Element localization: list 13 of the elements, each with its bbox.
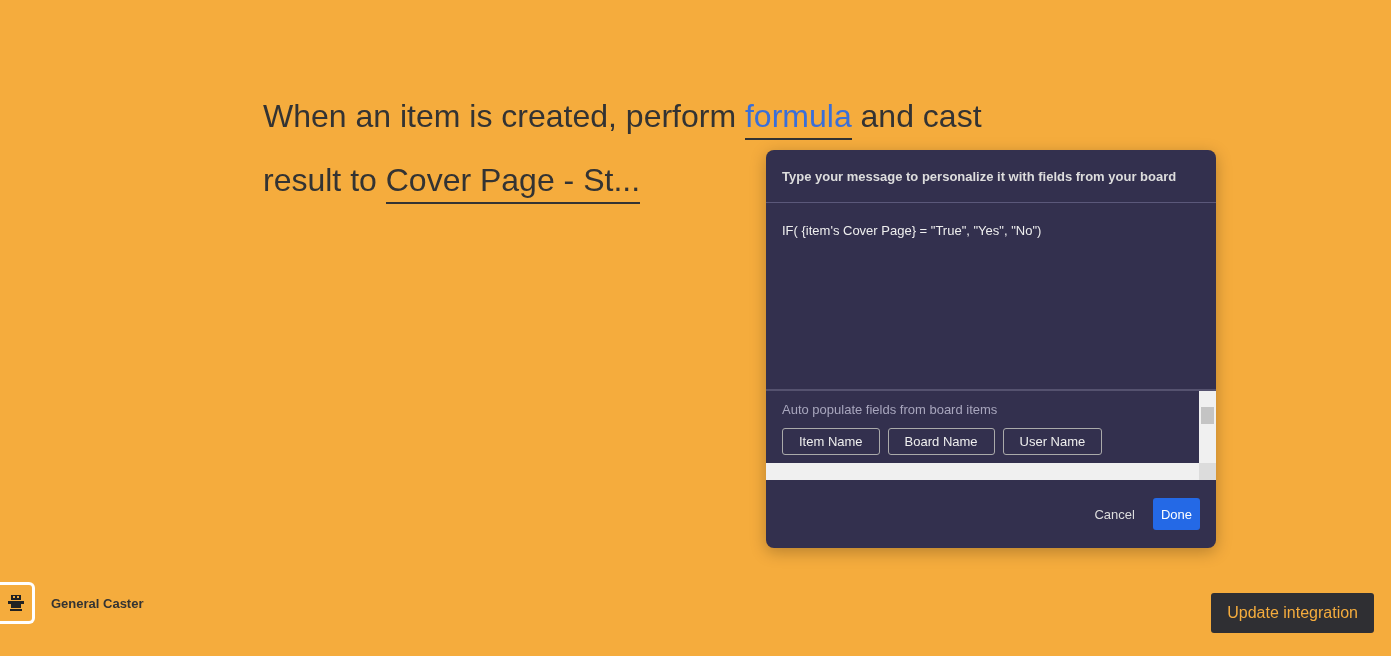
app-name: General Caster [51, 595, 144, 611]
update-integration-button[interactable]: Update integration [1211, 593, 1374, 633]
autopopulate-label: Auto populate fields from board items [782, 402, 999, 417]
field-chip[interactable]: Board Name [887, 428, 995, 455]
done-button[interactable]: Done [1152, 498, 1200, 530]
horizontal-scrollbar[interactable] [766, 463, 1199, 480]
field-chip[interactable]: Item Name [782, 428, 880, 455]
column-link[interactable]: Cover Page - St... [385, 162, 641, 204]
vertical-scrollbar[interactable] [1199, 391, 1216, 463]
cancel-button[interactable]: Cancel [1086, 498, 1143, 530]
message-input[interactable]: IF( {item's Cover Page} = "True", "Yes", "No") [766, 203, 1216, 391]
scrollbar-corner [1199, 463, 1216, 480]
field-chip[interactable]: User Name [1002, 428, 1103, 455]
